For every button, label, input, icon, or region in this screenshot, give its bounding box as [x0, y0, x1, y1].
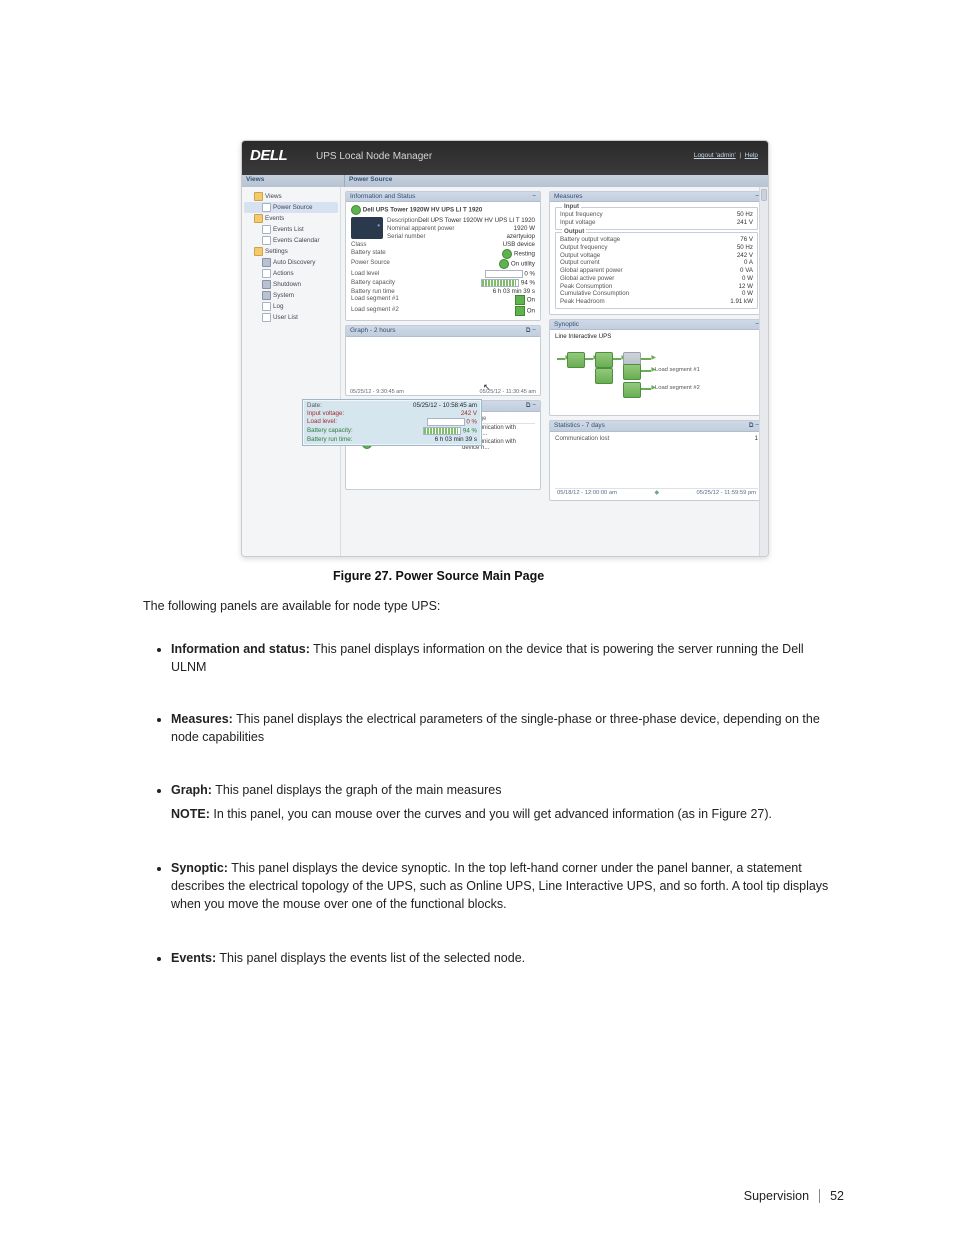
tree-settings[interactable]: Settings	[244, 246, 338, 257]
footer-page-number: 52	[830, 1189, 844, 1203]
synoptic-panel: Synoptic− Line Interactive UPS	[549, 319, 764, 416]
tree-shutdown[interactable]: Shutdown	[244, 279, 338, 290]
system-icon	[262, 291, 271, 300]
synoptic-block-avr[interactable]	[595, 352, 613, 368]
content-area: Views Power Source Events Events List Ev…	[242, 187, 768, 556]
tooltip-capacity-bar	[423, 427, 461, 435]
tooltip-load-bar	[427, 418, 465, 426]
footer-divider	[819, 1189, 820, 1203]
list-icon	[262, 225, 271, 234]
status-ok-icon	[499, 259, 509, 269]
center-column: Information and Status − Dell UPS Tower 1…	[341, 187, 545, 556]
statistics-title: Statistics - 7 days	[554, 422, 605, 430]
graph-time-start: 05/25/12 - 9:30:45 am	[350, 389, 404, 395]
panel-toolbar-icon[interactable]: ⧉ −	[526, 402, 536, 410]
synoptic-block-outlet2[interactable]	[623, 382, 641, 398]
page-footer: Supervision 52	[744, 1189, 844, 1203]
info-status-title: Information and Status	[350, 193, 415, 200]
tree-system[interactable]: System	[244, 290, 338, 301]
output-fieldset: Output Battery output voltage76 V Output…	[555, 232, 758, 309]
scrollbar[interactable]	[759, 187, 768, 556]
panel-collapse-icon[interactable]: −	[532, 193, 536, 200]
tree-actions[interactable]: Actions	[244, 268, 338, 279]
calendar-icon	[262, 236, 271, 245]
device-title: Dell UPS Tower 1920W HV UPS LI T 1920	[363, 207, 483, 214]
tree-events-calendar[interactable]: Events Calendar	[244, 235, 338, 246]
info-status-panel: Information and Status − Dell UPS Tower 1…	[345, 191, 541, 321]
tree-views[interactable]: Views	[244, 191, 338, 202]
graph-area[interactable]: 05/25/12 - 9:30:45 am 05/25/12 - 11:30:4…	[346, 337, 540, 395]
measures-title: Measures	[554, 193, 583, 200]
synoptic-diagram[interactable]: Load segment #1 Load segment #2	[555, 340, 758, 412]
bullet-measures: Measures: This panel displays the electr…	[171, 710, 841, 746]
tree-events-list[interactable]: Events List	[244, 224, 338, 235]
help-link[interactable]: Help	[745, 152, 758, 159]
statistics-panel: Statistics - 7 days⧉ − Communication los…	[549, 420, 764, 502]
synoptic-block-battery[interactable]	[595, 368, 613, 384]
panel-toolbar-icon[interactable]: ⧉ −	[749, 422, 759, 430]
synoptic-block-input[interactable]	[567, 352, 585, 368]
graph-panel: Graph - 2 hours ⧉ − 05/25/12 - 9:30:45 am…	[345, 325, 541, 396]
subbar-power-source-label: Power Source	[345, 175, 768, 187]
input-fieldset: Input Input frequency50 Hz Input voltage…	[555, 207, 758, 230]
status-ok-icon	[502, 249, 512, 259]
dell-logo: DELL	[250, 147, 287, 164]
synoptic-subtitle: Line Interactive UPS	[555, 333, 758, 340]
synoptic-title: Synoptic	[554, 321, 579, 328]
bullet-events: Events: This panel displays the events l…	[171, 949, 841, 967]
logout-link[interactable]: Logout 'admin'	[694, 152, 736, 159]
capacity-bar	[481, 279, 519, 287]
synoptic-block-outlet1[interactable]	[623, 364, 641, 380]
bullet-synoptic: Synoptic: This panel displays the device…	[171, 859, 841, 913]
range-slider-icon[interactable]: ◆	[654, 490, 658, 496]
segment-on-icon	[515, 295, 525, 305]
load-bar	[485, 270, 523, 278]
panel-toolbar-icon[interactable]: ⧉ −	[526, 327, 536, 335]
folder-icon	[254, 214, 263, 223]
statistics-range: 05/18/12 - 12:00:00 am ◆ 05/25/12 - 11:5…	[555, 488, 758, 497]
segment-on-icon	[515, 306, 525, 316]
intro-text: The following panels are available for n…	[143, 599, 813, 615]
tree-user-list[interactable]: User List	[244, 312, 338, 323]
app-name: UPS Local Node Manager	[316, 151, 432, 162]
graph-note: NOTE: In this panel, you can mouse over …	[171, 805, 841, 823]
header-links: Logout 'admin' | Help	[694, 152, 758, 159]
tree-events[interactable]: Events	[244, 213, 338, 224]
page-icon	[262, 203, 271, 212]
graph-tooltip: Date:05/25/12 - 10:58:45 am Input voltag…	[302, 399, 482, 446]
right-column: Measures− Input Input frequency50 Hz Inp…	[545, 187, 768, 556]
shutdown-icon	[262, 280, 271, 289]
status-ok-icon	[351, 205, 361, 215]
nav-tree: Views Power Source Events Events List Ev…	[242, 187, 341, 556]
tree-auto-discovery[interactable]: Auto Discovery	[244, 257, 338, 268]
bullet-info-status: Information and status: This panel displ…	[171, 640, 841, 676]
log-icon	[262, 302, 271, 311]
measures-panel: Measures− Input Input frequency50 Hz Inp…	[549, 191, 764, 315]
body-bullets: Information and status: This panel displ…	[143, 640, 841, 1003]
subbar-views-label: Views	[242, 175, 345, 187]
bullet-graph: Graph: This panel displays the graph of …	[171, 781, 841, 823]
footer-section: Supervision	[744, 1189, 809, 1203]
graph-panel-title: Graph - 2 hours	[350, 327, 396, 335]
figure-caption: Figure 27. Power Source Main Page	[333, 569, 544, 583]
sub-header-bar: Views Power Source	[242, 175, 768, 187]
folder-icon	[254, 247, 263, 256]
app-titlebar: DELL UPS Local Node Manager Logout 'admi…	[242, 141, 768, 175]
tree-power-source[interactable]: Power Source	[244, 202, 338, 213]
device-image	[351, 217, 383, 239]
tree-log[interactable]: Log	[244, 301, 338, 312]
screenshot-figure: DELL UPS Local Node Manager Logout 'admi…	[241, 140, 769, 557]
user-list-icon	[262, 313, 271, 322]
mouse-cursor-icon: ↖	[483, 382, 491, 393]
discovery-icon	[262, 258, 271, 267]
actions-icon	[262, 269, 271, 278]
folder-icon	[254, 192, 263, 201]
